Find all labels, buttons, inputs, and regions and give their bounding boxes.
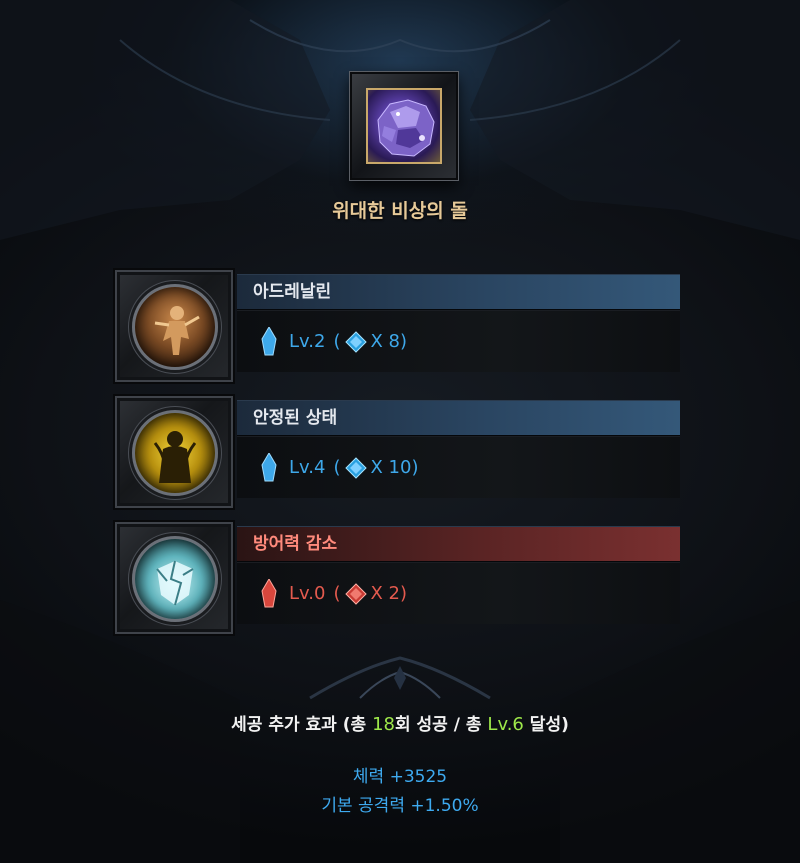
gem-name: 방어력 감소 [237, 526, 680, 562]
bonus-title: 세공 추가 효과 (총 18회 성공 / 총 Lv.6 달성) [0, 710, 800, 735]
gem-name: 안정된 상태 [237, 400, 680, 436]
gem-row-defense-down[interactable]: 방어력 감소 Lv.0 ( X 2) [113, 520, 680, 636]
adrenaline-figure-icon [132, 284, 218, 370]
gem-row-calm-state[interactable]: 안정된 상태 Lv.4 ( X 10) [113, 394, 680, 510]
gem-level: Lv.0 [289, 583, 326, 604]
blue-shard-icon [261, 452, 277, 481]
blue-gem-diamond-icon [344, 456, 367, 479]
gem-count: X 8) [370, 331, 408, 352]
gem-count: X 10) [370, 457, 419, 478]
gem-socket [113, 520, 235, 636]
gem-row-adrenaline[interactable]: 아드레날린 Lv.2 ( X 8) [113, 268, 680, 384]
open-paren: ( [333, 583, 341, 604]
shattered-shield-icon [132, 536, 218, 622]
red-shard-icon [261, 578, 277, 607]
blue-shard-icon [261, 326, 277, 355]
bonus-stat-health: 체력 +3525 [352, 767, 448, 787]
divider-ornament [309, 656, 491, 700]
bonus-title-mid: 회 성공 / 총 [394, 715, 488, 735]
total-level: Lv.6 [487, 714, 524, 735]
gem-count: X 2) [370, 583, 408, 604]
open-paren: ( [333, 331, 341, 352]
calm-silhouette-icon [132, 410, 218, 496]
item-name: 위대한 비상의 돌 [332, 200, 468, 222]
red-gem-diamond-icon [344, 582, 367, 605]
gem-socket [113, 394, 235, 510]
blue-gem-diamond-icon [344, 330, 367, 353]
gem-level-info: Lv.4 ( X 10) [237, 436, 680, 498]
gem-level-info: Lv.0 ( X 2) [237, 562, 680, 624]
gem-level: Lv.4 [289, 457, 326, 478]
gem-level-info: Lv.2 ( X 8) [237, 310, 680, 372]
gem-level: Lv.2 [289, 331, 326, 352]
bonus-title-prefix: 세공 추가 효과 (총 [231, 715, 373, 735]
gem-name: 아드레날린 [237, 274, 680, 310]
bonus-title-suffix: 달성) [523, 715, 569, 735]
open-paren: ( [333, 457, 341, 478]
gem-socket [113, 268, 235, 384]
success-count: 18 [372, 714, 395, 735]
item-icon-frame[interactable] [350, 72, 458, 180]
purple-crystal-stone-icon [366, 88, 442, 164]
bonus-stat-attack: 기본 공격력 +1.50% [321, 796, 479, 816]
